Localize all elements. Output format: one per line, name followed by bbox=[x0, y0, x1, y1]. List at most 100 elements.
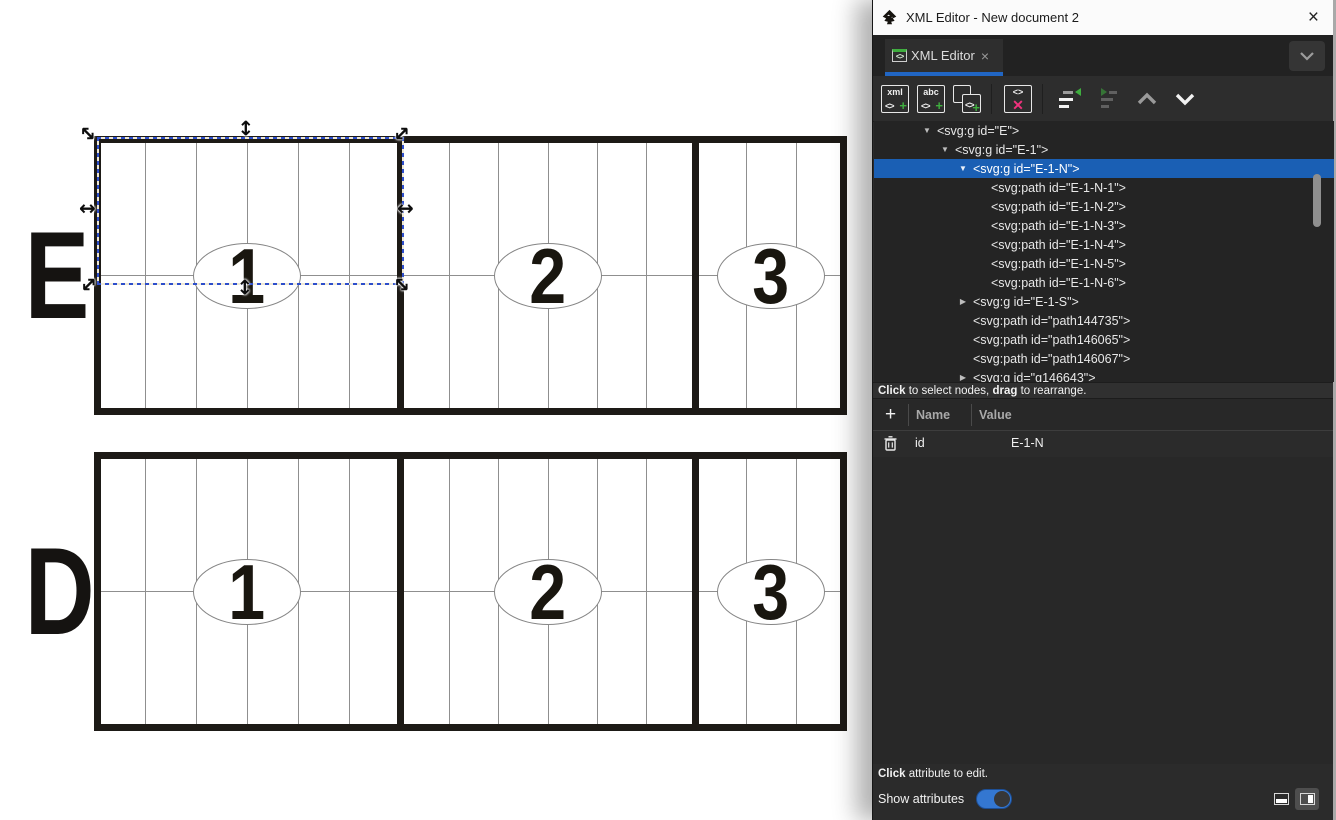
chevron-expanded-icon[interactable]: ▼ bbox=[920, 126, 934, 135]
node-label: <svg:path id="path146067"> bbox=[973, 352, 1130, 366]
tab-overflow-button[interactable] bbox=[1289, 41, 1325, 71]
attributes-panel bbox=[873, 457, 1333, 764]
node-label: <svg:path id="E-1-N-6"> bbox=[991, 276, 1126, 290]
node-label: <svg:g id="E"> bbox=[937, 124, 1019, 138]
section-number: 3 bbox=[753, 237, 790, 315]
node-label: <svg:g id="E-1-S"> bbox=[973, 295, 1079, 309]
tree-scrollbar-thumb[interactable] bbox=[1313, 174, 1321, 227]
selection-handle-w[interactable]: ↔ bbox=[79, 198, 96, 218]
chevron-collapsed-icon[interactable]: ▶ bbox=[956, 297, 970, 306]
node-label: <svg:g id="g146643"> bbox=[973, 371, 1096, 383]
layout-vertical-button[interactable] bbox=[1295, 788, 1319, 810]
delete-x-icon: ✕ bbox=[1005, 97, 1031, 114]
delete-attribute-button[interactable] bbox=[873, 436, 908, 451]
section-number: 2 bbox=[529, 553, 566, 631]
attribute-value[interactable]: E-1-N bbox=[971, 436, 1044, 450]
attribute-name[interactable]: id bbox=[908, 436, 971, 450]
new-element-node-button[interactable]: xml <> + bbox=[881, 85, 909, 113]
tab-close-icon[interactable]: × bbox=[981, 48, 989, 64]
chevron-up-icon bbox=[1133, 85, 1161, 113]
move-node-up-button[interactable] bbox=[1133, 85, 1161, 113]
node-label: <svg:path id="path144735"> bbox=[973, 314, 1130, 328]
unindent-icon bbox=[1055, 85, 1083, 113]
attribute-row[interactable]: idE-1-N bbox=[873, 429, 1333, 457]
indent-node-button[interactable] bbox=[1091, 85, 1119, 113]
tree-node-row[interactable]: <svg:path id="E-1-N-5"> bbox=[874, 254, 1334, 273]
tree-hint-bar: Click to select nodes, drag to rearrange… bbox=[873, 382, 1333, 398]
tree-node-row[interactable]: ▼<svg:g id="E-1"> bbox=[874, 140, 1334, 159]
plus-icon: + bbox=[899, 98, 907, 113]
panel-bottom-bar: Show attributes bbox=[873, 784, 1333, 814]
tree-node-row[interactable]: <svg:path id="E-1-N-2"> bbox=[874, 197, 1334, 216]
tree-node-row[interactable]: ▶<svg:g id="g146643"> bbox=[874, 368, 1334, 382]
label-ellipse[interactable]: 2 bbox=[494, 559, 602, 625]
tree-node-row[interactable]: <svg:path id="E-1-N-1"> bbox=[874, 178, 1334, 197]
row-letter[interactable]: D bbox=[25, 546, 80, 638]
vertical-split-icon bbox=[1300, 793, 1315, 805]
add-attribute-button[interactable]: + bbox=[873, 405, 908, 424]
layout-horizontal-button[interactable] bbox=[1269, 788, 1293, 810]
delete-node-button[interactable]: <> ✕ bbox=[1004, 85, 1032, 113]
node-label: <svg:g id="E-1"> bbox=[955, 143, 1048, 157]
label-ellipse[interactable]: 3 bbox=[717, 559, 825, 625]
chevron-expanded-icon[interactable]: ▼ bbox=[938, 145, 952, 154]
inkscape-logo-icon bbox=[881, 9, 898, 26]
attributes-header: + Name Value bbox=[873, 398, 1333, 431]
node-label: <svg:path id="E-1-N-5"> bbox=[991, 257, 1126, 271]
label-ellipse[interactable]: 1 bbox=[193, 243, 301, 309]
indent-icon bbox=[1091, 85, 1119, 113]
trash-icon bbox=[884, 436, 897, 451]
chevron-expanded-icon[interactable]: ▼ bbox=[956, 164, 970, 173]
tree-node-row[interactable]: ▼<svg:g id="E-1-N"> bbox=[874, 159, 1334, 178]
chevron-down-icon bbox=[1171, 85, 1199, 113]
duplicate-node-button[interactable]: <> + bbox=[953, 85, 981, 113]
window-title: XML Editor - New document 2 bbox=[906, 10, 1079, 25]
tree-node-row[interactable]: ▶<svg:g id="E-1-S"> bbox=[874, 292, 1334, 311]
toolbar-separator bbox=[991, 84, 992, 114]
tree-node-row[interactable]: <svg:path id="path146067"> bbox=[874, 349, 1334, 368]
attr-value-header: Value bbox=[972, 408, 1012, 422]
tree-node-row[interactable]: <svg:path id="E-1-N-6"> bbox=[874, 273, 1334, 292]
label-ellipse[interactable]: 3 bbox=[717, 243, 825, 309]
section-number: 2 bbox=[529, 237, 566, 315]
section-divider bbox=[692, 457, 699, 726]
xml-tree[interactable]: ▼<svg:g id="E">▼<svg:g id="E-1">▼<svg:g … bbox=[874, 121, 1334, 382]
tree-node-row[interactable]: ▼<svg:g id="E"> bbox=[874, 121, 1334, 140]
section-divider bbox=[397, 457, 404, 726]
window-close-button[interactable]: × bbox=[1308, 8, 1319, 27]
node-label: <svg:path id="E-1-N-1"> bbox=[991, 181, 1126, 195]
unindent-node-button[interactable] bbox=[1055, 85, 1083, 113]
node-label: <svg:path id="E-1-N-4"> bbox=[991, 238, 1126, 252]
tab-label: XML Editor bbox=[911, 48, 975, 63]
tab-xml-editor[interactable]: <> XML Editor × bbox=[885, 39, 1003, 76]
chevron-down-icon bbox=[1299, 51, 1315, 61]
tree-node-row[interactable]: <svg:path id="path146065"> bbox=[874, 330, 1334, 349]
selection-handle-s[interactable]: ↔ bbox=[235, 279, 255, 296]
show-attributes-label: Show attributes bbox=[878, 792, 964, 806]
xml-toolbar: xml <> + abc <> + <> + <> ✕ bbox=[873, 76, 1333, 122]
xml-editor-tab-icon: <> bbox=[892, 49, 907, 62]
plus-icon: + bbox=[972, 100, 980, 115]
window-titlebar[interactable]: XML Editor - New document 2 × bbox=[873, 0, 1333, 35]
selection-handle-e[interactable]: ↔ bbox=[397, 198, 414, 218]
node-label: <svg:path id="path146065"> bbox=[973, 333, 1130, 347]
node-label: <svg:g id="E-1-N"> bbox=[973, 162, 1080, 176]
tree-node-row[interactable]: <svg:path id="E-1-N-4"> bbox=[874, 235, 1334, 254]
section-divider bbox=[692, 141, 699, 410]
selection-edge-top bbox=[97, 137, 402, 139]
tree-node-row[interactable]: <svg:path id="path144735"> bbox=[874, 311, 1334, 330]
row-letter[interactable]: E bbox=[25, 230, 80, 322]
chevron-collapsed-icon[interactable]: ▶ bbox=[956, 373, 970, 382]
new-text-node-button[interactable]: abc <> + bbox=[917, 85, 945, 113]
node-label: <svg:path id="E-1-N-3"> bbox=[991, 219, 1126, 233]
label-ellipse[interactable]: 1 bbox=[193, 559, 301, 625]
horizontal-split-icon bbox=[1274, 793, 1289, 805]
label-ellipse[interactable]: 2 bbox=[494, 243, 602, 309]
attr-hint-bar: Click attribute to edit. bbox=[873, 764, 1333, 784]
move-node-down-button[interactable] bbox=[1171, 85, 1199, 113]
show-attributes-toggle[interactable] bbox=[976, 789, 1012, 809]
tree-node-row[interactable]: <svg:path id="E-1-N-3"> bbox=[874, 216, 1334, 235]
section-number: 1 bbox=[229, 553, 266, 631]
selection-handle-n[interactable]: ↔ bbox=[236, 120, 256, 137]
node-label: <svg:path id="E-1-N-2"> bbox=[991, 200, 1126, 214]
